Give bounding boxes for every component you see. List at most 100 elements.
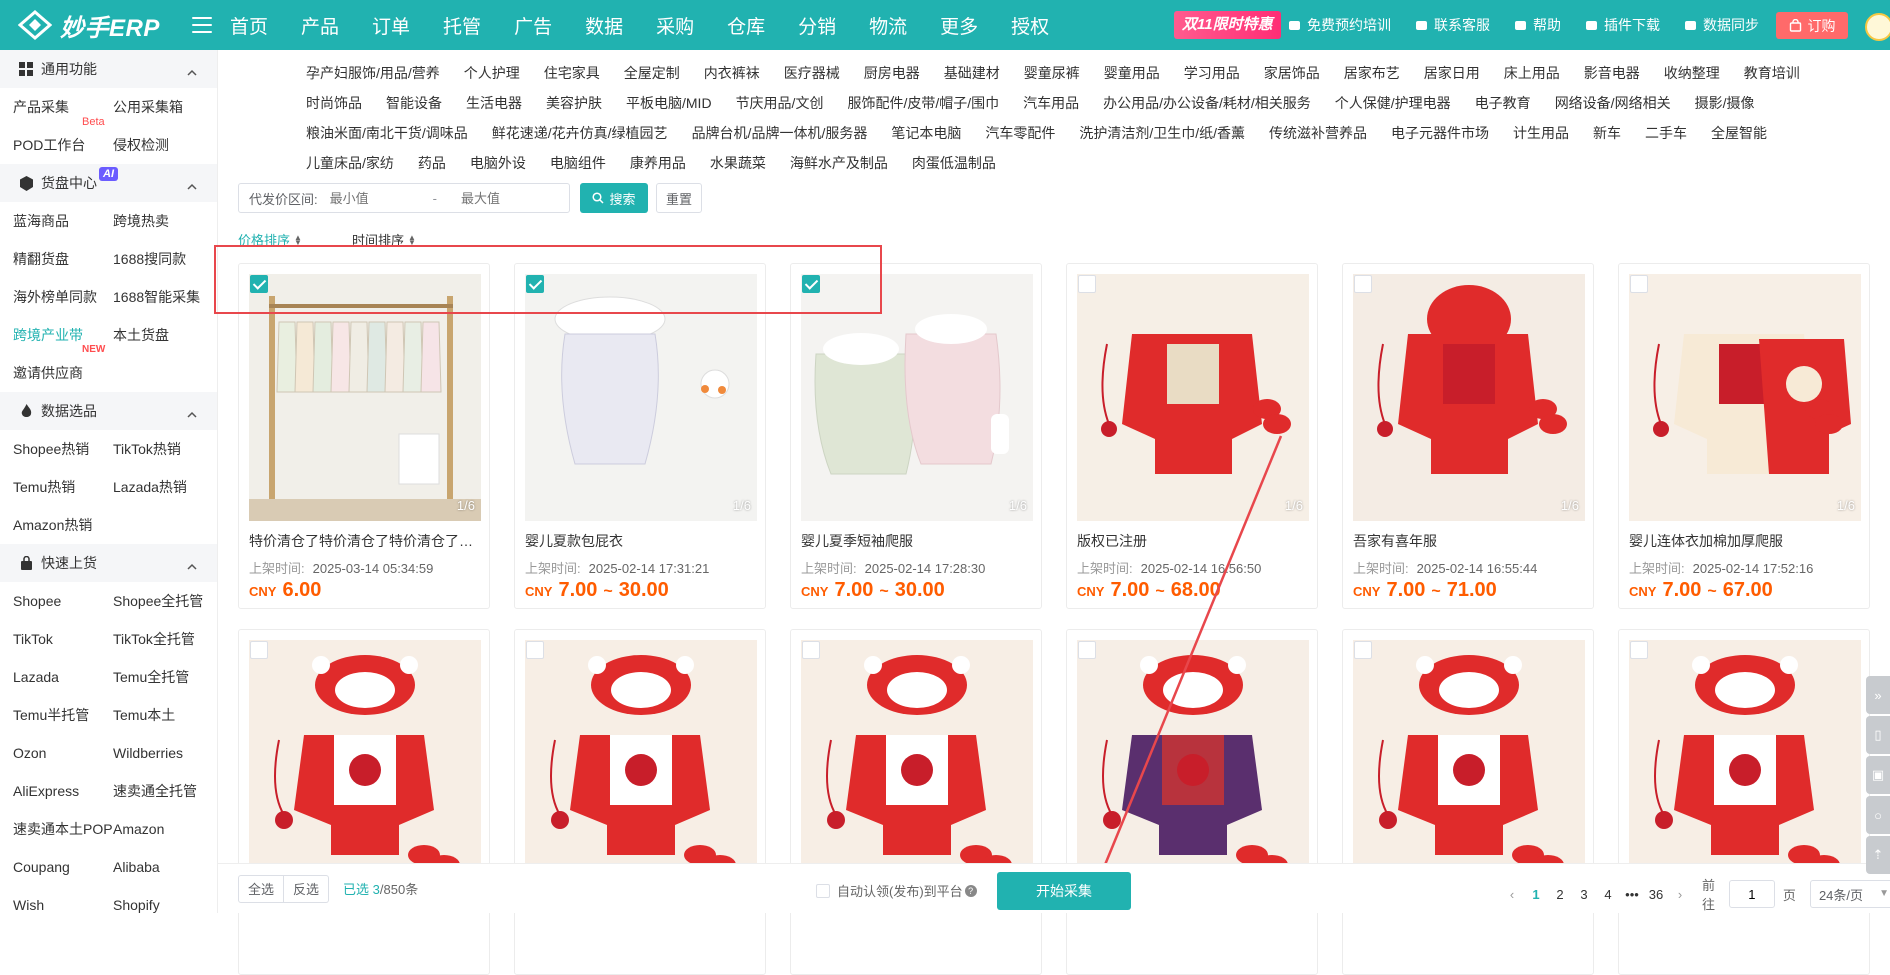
product-image[interactable]: 1/6 xyxy=(1629,640,1861,887)
product-title[interactable]: 吾家有喜年服 xyxy=(1353,531,1585,551)
product-card[interactable]: 1/6 婴儿连体衣加棉加厚爬服 上架时间: 2025-02-14 17:52:16 CN… xyxy=(1618,263,1870,609)
product-checkbox[interactable] xyxy=(802,641,820,659)
nav-item[interactable]: 托管 xyxy=(443,12,481,39)
product-image[interactable]: 1/6 xyxy=(801,640,1033,887)
sidebar-item[interactable]: 1688搜同款 xyxy=(113,240,217,278)
sidebar-item[interactable]: Shopee热销 xyxy=(13,430,113,468)
header-tool-download[interactable]: 插件下载 xyxy=(1585,15,1660,35)
search-button[interactable]: 搜索 xyxy=(580,183,648,213)
sidebar-item[interactable]: 本土货盘 xyxy=(113,316,217,354)
sidebar-item[interactable]: Alibaba xyxy=(113,848,217,886)
sidebar-item[interactable]: Wish xyxy=(13,886,113,913)
product-checkbox[interactable] xyxy=(802,275,820,293)
product-card[interactable]: 1/6 吾家有喜年服 上架时间: 2025-02-14 16:55:44 CNY 7.00… xyxy=(1342,263,1594,609)
sidebar-item[interactable]: 邀请供应商 NEW xyxy=(13,344,113,392)
product-checkbox[interactable] xyxy=(250,641,268,659)
sidebar-item[interactable]: TikTok全托管 xyxy=(113,620,217,658)
category-link[interactable]: 传统滋补营养品 xyxy=(1269,118,1367,148)
phone-icon[interactable]: ▯ xyxy=(1866,716,1890,754)
sidebar-item[interactable]: 速卖通本土POP xyxy=(13,810,113,848)
category-link[interactable]: 孕产妇服饰/用品/营养 xyxy=(306,58,440,88)
category-link[interactable]: 厨房电器 xyxy=(864,58,920,88)
product-card[interactable]: 1/6 版权已注册 上架时间: 2025-02-14 16:56:50 CNY 7.00 ~… xyxy=(1066,263,1318,609)
sidebar-item[interactable]: Shopee xyxy=(13,582,113,620)
category-link[interactable]: 电脑组件 xyxy=(550,148,606,178)
product-checkbox[interactable] xyxy=(1078,275,1096,293)
category-link[interactable]: 粮油米面/南北干货/调味品 xyxy=(306,118,468,148)
product-checkbox[interactable] xyxy=(526,275,544,293)
page-size-select[interactable]: 24条/页 ▼ xyxy=(1809,880,1890,908)
product-card[interactable]: 1/6 婴儿夏季短袖爬服 上架时间: 2025-02-14 17:28:30 CNY 7.… xyxy=(790,263,1042,609)
nav-item[interactable]: 订单 xyxy=(372,12,410,39)
category-link[interactable]: 教育培训 xyxy=(1744,58,1800,88)
chat-icon[interactable]: ○ xyxy=(1866,796,1890,834)
category-link[interactable]: 床上用品 xyxy=(1504,58,1560,88)
category-link[interactable]: 生活电器 xyxy=(466,88,522,118)
header-tool-help[interactable]: 帮助 xyxy=(1514,15,1561,35)
sidebar-item[interactable]: TikTok xyxy=(13,620,113,658)
nav-item[interactable]: 采购 xyxy=(656,12,694,39)
category-link[interactable]: 智能设备 xyxy=(386,88,442,118)
product-checkbox[interactable] xyxy=(1078,641,1096,659)
collapse-icon[interactable]: » xyxy=(1866,676,1890,714)
product-checkbox[interactable] xyxy=(526,641,544,659)
category-link[interactable]: 新车 xyxy=(1593,118,1621,148)
sidebar-item[interactable]: Shopify xyxy=(113,886,217,913)
select-all-button[interactable]: 全选 xyxy=(238,874,285,903)
price-min-input[interactable] xyxy=(329,190,425,206)
category-link[interactable]: 学习用品 xyxy=(1184,58,1240,88)
sidebar-item[interactable]: AliExpress xyxy=(13,772,113,810)
nav-item[interactable]: 仓库 xyxy=(727,12,765,39)
nav-item[interactable]: 广告 xyxy=(514,12,552,39)
category-link[interactable]: 住宅家具 xyxy=(544,58,600,88)
sidebar-section-header[interactable]: 快速上货 xyxy=(0,544,217,582)
menu-toggle-icon[interactable] xyxy=(192,17,212,33)
product-title[interactable]: 婴儿连体衣加棉加厚爬服 xyxy=(1629,531,1861,551)
nav-item[interactable]: 产品 xyxy=(301,12,339,39)
category-link[interactable]: 家居饰品 xyxy=(1264,58,1320,88)
category-link[interactable]: 洗护清洁剂/卫生巾/纸/香薰 xyxy=(1079,118,1245,148)
sidebar-item[interactable]: Temu全托管 xyxy=(113,658,217,696)
category-link[interactable]: 美容护肤 xyxy=(546,88,602,118)
category-link[interactable]: 个人保健/护理电器 xyxy=(1335,88,1451,118)
top-icon[interactable]: ⇡ xyxy=(1866,836,1890,874)
header-tool-sync[interactable]: 数据同步 xyxy=(1684,15,1759,35)
category-link[interactable]: 汽车用品 xyxy=(1023,88,1079,118)
sidebar-item[interactable]: 精翻货盘 xyxy=(13,240,113,278)
product-card[interactable]: 1/6 xyxy=(1342,629,1594,975)
product-card[interactable]: 1/6 xyxy=(1066,629,1318,975)
category-link[interactable]: 肉蛋低温制品 xyxy=(912,148,996,178)
page-number[interactable]: 3 xyxy=(1572,887,1596,902)
product-card[interactable]: 1/6 xyxy=(790,629,1042,975)
sidebar-section-header[interactable]: 通用功能 xyxy=(0,50,217,88)
sidebar-item[interactable]: POD工作台 Beta xyxy=(13,116,113,164)
sidebar-item[interactable]: Ozon xyxy=(13,734,113,772)
app-logo[interactable]: 妙手ERP xyxy=(0,8,180,43)
price-max-input[interactable] xyxy=(460,190,556,206)
category-link[interactable]: 笔记本电脑 xyxy=(891,118,961,148)
category-link[interactable]: 基础建材 xyxy=(944,58,1000,88)
category-link[interactable]: 婴童尿裤 xyxy=(1024,58,1080,88)
help-question-icon[interactable]: ? xyxy=(964,884,977,897)
product-image[interactable]: 1/6 xyxy=(249,640,481,887)
sidebar-item[interactable]: Temu本土 xyxy=(113,696,217,734)
nav-item[interactable]: 分销 xyxy=(798,12,836,39)
page-number[interactable]: 2 xyxy=(1548,887,1572,902)
product-card[interactable]: 1/6 特价清仓了特价清仓了特价清仓了特价清仓了上架时间: 2025-03-14 0… xyxy=(238,263,490,609)
sidebar-item[interactable]: Shopee全托管 xyxy=(113,582,217,620)
auto-claim-checkbox[interactable] xyxy=(816,883,830,898)
page-number[interactable]: 4 xyxy=(1596,887,1620,902)
category-link[interactable]: 摄影/摄像 xyxy=(1695,88,1755,118)
product-checkbox[interactable] xyxy=(250,275,268,293)
order-button[interactable]: 订购 xyxy=(1776,12,1848,39)
category-link[interactable]: 品牌台机/品牌一体机/服务器 xyxy=(692,118,868,148)
category-link[interactable]: 全屋智能 xyxy=(1711,118,1767,148)
product-image[interactable]: 1/6 xyxy=(525,640,757,887)
product-card[interactable]: 1/6 xyxy=(238,629,490,975)
product-checkbox[interactable] xyxy=(1630,641,1648,659)
category-link[interactable]: 办公用品/办公设备/耗材/相关服务 xyxy=(1103,88,1311,118)
category-link[interactable]: 儿童床品/家纺 xyxy=(306,148,394,178)
sidebar-item[interactable]: Temu热销 xyxy=(13,468,113,506)
category-link[interactable]: 婴童用品 xyxy=(1104,58,1160,88)
product-image[interactable]: 1/6 xyxy=(1353,640,1585,887)
